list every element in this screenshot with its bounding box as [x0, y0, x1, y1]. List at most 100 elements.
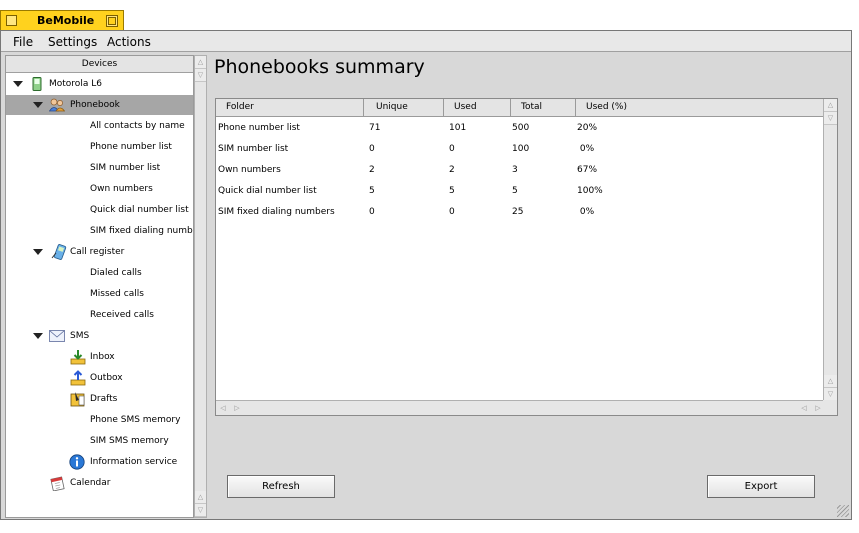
tree-item-sim-sms-memory[interactable]: SIM SMS memory — [6, 431, 193, 451]
expand-triangle-icon[interactable] — [33, 102, 43, 108]
table-row[interactable]: Phone number list 71 101 500 20% — [216, 118, 825, 139]
scroll-right-icon[interactable]: ▷ — [231, 402, 243, 414]
tree-item-quick-dial[interactable]: Quick dial number list — [6, 200, 193, 220]
call-register-icon — [51, 244, 67, 260]
tree-item-motorola-l6[interactable]: Motorola L6 — [6, 74, 193, 94]
tree-item-outbox[interactable]: Outbox — [6, 368, 193, 388]
table-vertical-scrollbar[interactable]: △ ▽ △ ▽ — [823, 99, 837, 401]
tree-item-label: Quick dial number list — [90, 205, 189, 215]
table-row[interactable]: Quick dial number list 5 5 5 100% — [216, 181, 825, 202]
table-horizontal-scrollbar[interactable]: ◁ ▷ ◁ ▷ — [216, 400, 825, 415]
sidebar-scrollbar[interactable]: △ ▽ △ ▽ — [194, 55, 207, 518]
column-header-used[interactable]: Used — [444, 99, 511, 117]
tree-item-label: Phonebook — [70, 100, 120, 110]
cell-used-percent: 0% — [577, 144, 595, 154]
tree-item-label: SMS — [70, 331, 90, 341]
tree-item-label: Drafts — [90, 394, 118, 404]
menu-file[interactable]: File — [13, 35, 33, 49]
menu-bar: File Settings Actions — [1, 31, 851, 52]
cell-total: 5 — [512, 186, 518, 196]
tree-item-label: Calendar — [70, 478, 111, 488]
tree-item-label: Phone number list — [90, 142, 172, 152]
resize-handle-icon[interactable] — [837, 505, 849, 517]
cell-folder: Quick dial number list — [218, 186, 317, 196]
cell-used: 5 — [449, 186, 455, 196]
cell-folder: SIM fixed dialing numbers — [218, 207, 335, 217]
tree-item-missed-calls[interactable]: Missed calls — [6, 284, 193, 304]
phone-icon — [32, 77, 42, 91]
scroll-up-icon[interactable]: △ — [824, 99, 837, 112]
tree-item-label: Inbox — [90, 352, 115, 362]
tree-item-label: Missed calls — [90, 289, 144, 299]
tree-item-sim-fixed-dialing[interactable]: SIM fixed dialing numbers — [6, 221, 193, 241]
column-header-total[interactable]: Total — [511, 99, 576, 117]
scrollbar-corner — [823, 400, 837, 415]
scroll-up-icon[interactable]: △ — [195, 491, 206, 504]
tree-item-calendar[interactable]: Calendar — [6, 473, 193, 493]
tree-item-phonebook[interactable]: Phonebook — [6, 95, 193, 115]
table-row[interactable]: SIM fixed dialing numbers 0 0 25 0% — [216, 202, 825, 223]
cell-used-percent: 20% — [577, 123, 598, 133]
cell-unique: 5 — [369, 186, 375, 196]
inbox-icon — [70, 350, 86, 365]
tree-item-label: Dialed calls — [90, 268, 142, 278]
outbox-icon — [70, 370, 86, 386]
scroll-down-icon[interactable]: ▽ — [195, 504, 206, 517]
tree-item-label: Outbox — [90, 373, 123, 383]
tree-item-received-calls[interactable]: Received calls — [6, 305, 193, 325]
tree-item-all-contacts[interactable]: All contacts by name — [6, 116, 193, 136]
column-header-used-percent[interactable]: Used (%) — [576, 99, 825, 117]
devices-tree: Devices Motorola L6 Phonebook All contac… — [5, 55, 194, 518]
scroll-up-icon[interactable]: △ — [824, 375, 837, 388]
tree-item-sms[interactable]: SMS — [6, 326, 193, 346]
cell-folder: SIM number list — [218, 144, 289, 154]
tree-item-phone-number-list[interactable]: Phone number list — [6, 137, 193, 157]
cell-unique: 0 — [369, 144, 375, 154]
tree-item-label: All contacts by name — [90, 121, 185, 131]
info-icon — [69, 454, 85, 470]
zoom-box-icon[interactable] — [106, 15, 118, 27]
table-row[interactable]: SIM number list 0 0 100 0% — [216, 139, 825, 160]
export-button[interactable]: Export — [707, 475, 815, 498]
cell-used: 0 — [449, 144, 455, 154]
menu-actions[interactable]: Actions — [107, 35, 151, 49]
expand-triangle-icon[interactable] — [13, 81, 23, 87]
scroll-down-icon[interactable]: ▽ — [824, 112, 837, 125]
window-title-tab[interactable]: BeMobile — [0, 10, 124, 30]
menu-settings[interactable]: Settings — [48, 35, 97, 49]
cell-folder: Phone number list — [218, 123, 300, 133]
table-row[interactable]: Own numbers 2 2 3 67% — [216, 160, 825, 181]
phonebooks-table: Folder Unique Used Total Used (%) Phone … — [215, 98, 838, 416]
people-icon — [49, 98, 65, 112]
tree-item-dialed-calls[interactable]: Dialed calls — [6, 263, 193, 283]
expand-triangle-icon[interactable] — [33, 333, 43, 339]
tree-item-label: Motorola L6 — [49, 79, 102, 89]
scroll-down-icon[interactable]: ▽ — [195, 69, 206, 82]
page-title: Phonebooks summary — [214, 56, 425, 78]
calendar-icon — [50, 476, 65, 491]
tree-item-inbox[interactable]: Inbox — [6, 347, 193, 367]
tree-item-label: Call register — [70, 247, 125, 257]
scroll-left-icon[interactable]: ◁ — [798, 402, 810, 414]
tree-item-phone-sms-memory[interactable]: Phone SMS memory — [6, 410, 193, 430]
scroll-left-icon[interactable]: ◁ — [217, 402, 229, 414]
cell-folder: Own numbers — [218, 165, 281, 175]
refresh-button[interactable]: Refresh — [227, 475, 335, 498]
tree-item-own-numbers[interactable]: Own numbers — [6, 179, 193, 199]
column-header-folder[interactable]: Folder — [216, 99, 364, 117]
tree-item-label: SIM number list — [90, 163, 161, 173]
cell-total: 100 — [512, 144, 530, 154]
tree-item-information-service[interactable]: Information service — [6, 452, 193, 472]
expand-triangle-icon[interactable] — [33, 249, 43, 255]
tree-item-sim-number-list[interactable]: SIM number list — [6, 158, 193, 178]
tree-item-drafts[interactable]: Drafts — [6, 389, 193, 409]
column-header-unique[interactable]: Unique — [364, 99, 444, 117]
tree-item-call-register[interactable]: Call register — [6, 242, 193, 262]
close-box-icon[interactable] — [6, 15, 17, 26]
cell-used: 0 — [449, 207, 455, 217]
tree-item-label: Information service — [90, 457, 178, 467]
cell-unique: 0 — [369, 207, 375, 217]
scroll-up-icon[interactable]: △ — [195, 56, 206, 69]
cell-total: 500 — [512, 123, 530, 133]
app-window: File Settings Actions Devices Motorola L… — [0, 30, 852, 520]
